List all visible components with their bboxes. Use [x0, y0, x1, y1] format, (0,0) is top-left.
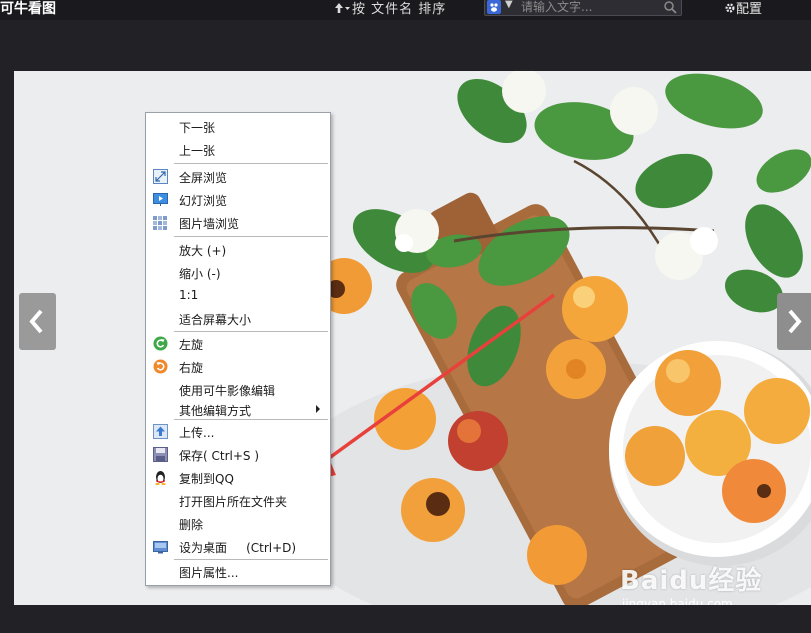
menu-item-slideshow[interactable]: 幻灯浏览	[146, 188, 330, 211]
menu-item-actual-size[interactable]: 1:1	[146, 284, 330, 307]
engine-dropdown-icon[interactable]: ▼	[505, 0, 513, 10]
watermark-text: Baidu经验	[620, 566, 763, 596]
next-image-button[interactable]	[777, 293, 811, 350]
search-engine-icon[interactable]	[487, 0, 501, 14]
app-title: 可牛看图	[0, 1, 56, 17]
menu-item-label: 幻灯浏览	[179, 194, 228, 208]
menu-item-label: 适合屏幕大小	[179, 313, 252, 327]
title-bar: 可牛看图 按 文件名 排序 ▼ 配置	[0, 0, 811, 20]
photo	[14, 71, 811, 605]
qq-icon	[155, 471, 166, 485]
settings-button[interactable]: 配置	[724, 0, 762, 17]
rotate-right-icon	[153, 359, 168, 374]
slideshow-icon	[153, 193, 168, 206]
menu-item-label: 其他编辑方式	[179, 404, 252, 418]
image-wall-icon	[153, 216, 167, 230]
menu-item-fullscreen[interactable]: 全屏浏览	[146, 165, 330, 188]
menu-item-label: 图片属性...	[179, 566, 239, 580]
menu-item-label: 缩小 (-)	[179, 267, 221, 281]
menu-item-upload[interactable]: 上传...	[146, 420, 330, 443]
sort-label: 按 文件名 排序	[352, 2, 447, 17]
menu-item-label: 上传...	[179, 426, 215, 440]
menu-item-previous[interactable]: 上一张	[146, 138, 330, 161]
menu-item-image-wall[interactable]: 图片墙浏览	[146, 211, 330, 234]
menu-item-open-folder[interactable]: 打开图片所在文件夹	[146, 489, 330, 512]
chevron-right-icon	[788, 309, 802, 334]
fullscreen-icon	[153, 169, 168, 184]
rotate-left-icon	[153, 336, 168, 351]
menu-item-rotate-left[interactable]: 左旋	[146, 332, 330, 355]
upload-icon	[153, 424, 168, 439]
menu-item-set-wallpaper[interactable]: 设为桌面 (Ctrl+D)	[146, 535, 330, 558]
chevron-left-icon	[29, 309, 43, 334]
menu-item-label: 图片墙浏览	[179, 217, 240, 231]
menu-item-label: 1:1	[179, 288, 199, 302]
menu-item-next[interactable]: 下一张	[146, 115, 330, 138]
menu-separator	[174, 236, 328, 237]
menu-item-label: 复制到QQ	[179, 472, 234, 486]
menu-item-label: 上一张	[179, 144, 216, 158]
menu-item-label: 设为桌面 (Ctrl+D)	[179, 541, 297, 555]
menu-item-delete[interactable]: 删除	[146, 512, 330, 535]
search-box[interactable]: ▼	[484, 0, 682, 16]
menu-item-label: 使用可牛影像编辑	[179, 384, 276, 398]
context-menu: 下一张 上一张 全屏浏览 幻灯浏览 图片墙浏览 放大 (+) 缩小 (-) 1:…	[145, 112, 331, 586]
sort-arrow-icon	[335, 3, 350, 13]
menu-item-label: 打开图片所在文件夹	[179, 495, 288, 509]
image-viewer[interactable]: Baidu经验 jingyan.baidu.com	[14, 71, 811, 605]
menu-item-rotate-right[interactable]: 右旋	[146, 355, 330, 378]
menu-item-label: 左旋	[179, 338, 204, 352]
watermark-url: jingyan.baidu.com	[622, 597, 733, 605]
menu-item-label: 下一张	[179, 121, 216, 135]
menu-item-properties[interactable]: 图片属性...	[146, 560, 330, 583]
menu-item-label: 放大 (+)	[179, 244, 227, 258]
wallpaper-icon	[153, 541, 168, 554]
submenu-arrow-icon	[316, 405, 320, 413]
menu-item-label: 右旋	[179, 361, 204, 375]
menu-separator	[174, 163, 328, 164]
gear-icon	[725, 3, 735, 13]
search-input[interactable]	[521, 0, 651, 15]
menu-item-copy-to-qq[interactable]: 复制到QQ	[146, 466, 330, 489]
menu-item-label: 保存( Ctrl+S )	[179, 449, 260, 463]
sort-button[interactable]: 按 文件名 排序	[334, 0, 446, 17]
previous-image-button[interactable]	[19, 293, 56, 350]
menu-item-fit-screen[interactable]: 适合屏幕大小	[146, 307, 330, 330]
menu-item-zoom-out[interactable]: 缩小 (-)	[146, 261, 330, 284]
menu-item-label: 全屏浏览	[179, 171, 228, 185]
menu-item-label: 删除	[179, 518, 204, 532]
menu-item-save[interactable]: 保存( Ctrl+S )	[146, 443, 330, 466]
search-icon[interactable]	[663, 0, 677, 14]
save-icon	[153, 447, 168, 462]
menu-item-other-editors[interactable]: 其他编辑方式	[146, 398, 330, 421]
settings-label: 配置	[736, 2, 763, 17]
menu-item-zoom-in[interactable]: 放大 (+)	[146, 238, 330, 261]
